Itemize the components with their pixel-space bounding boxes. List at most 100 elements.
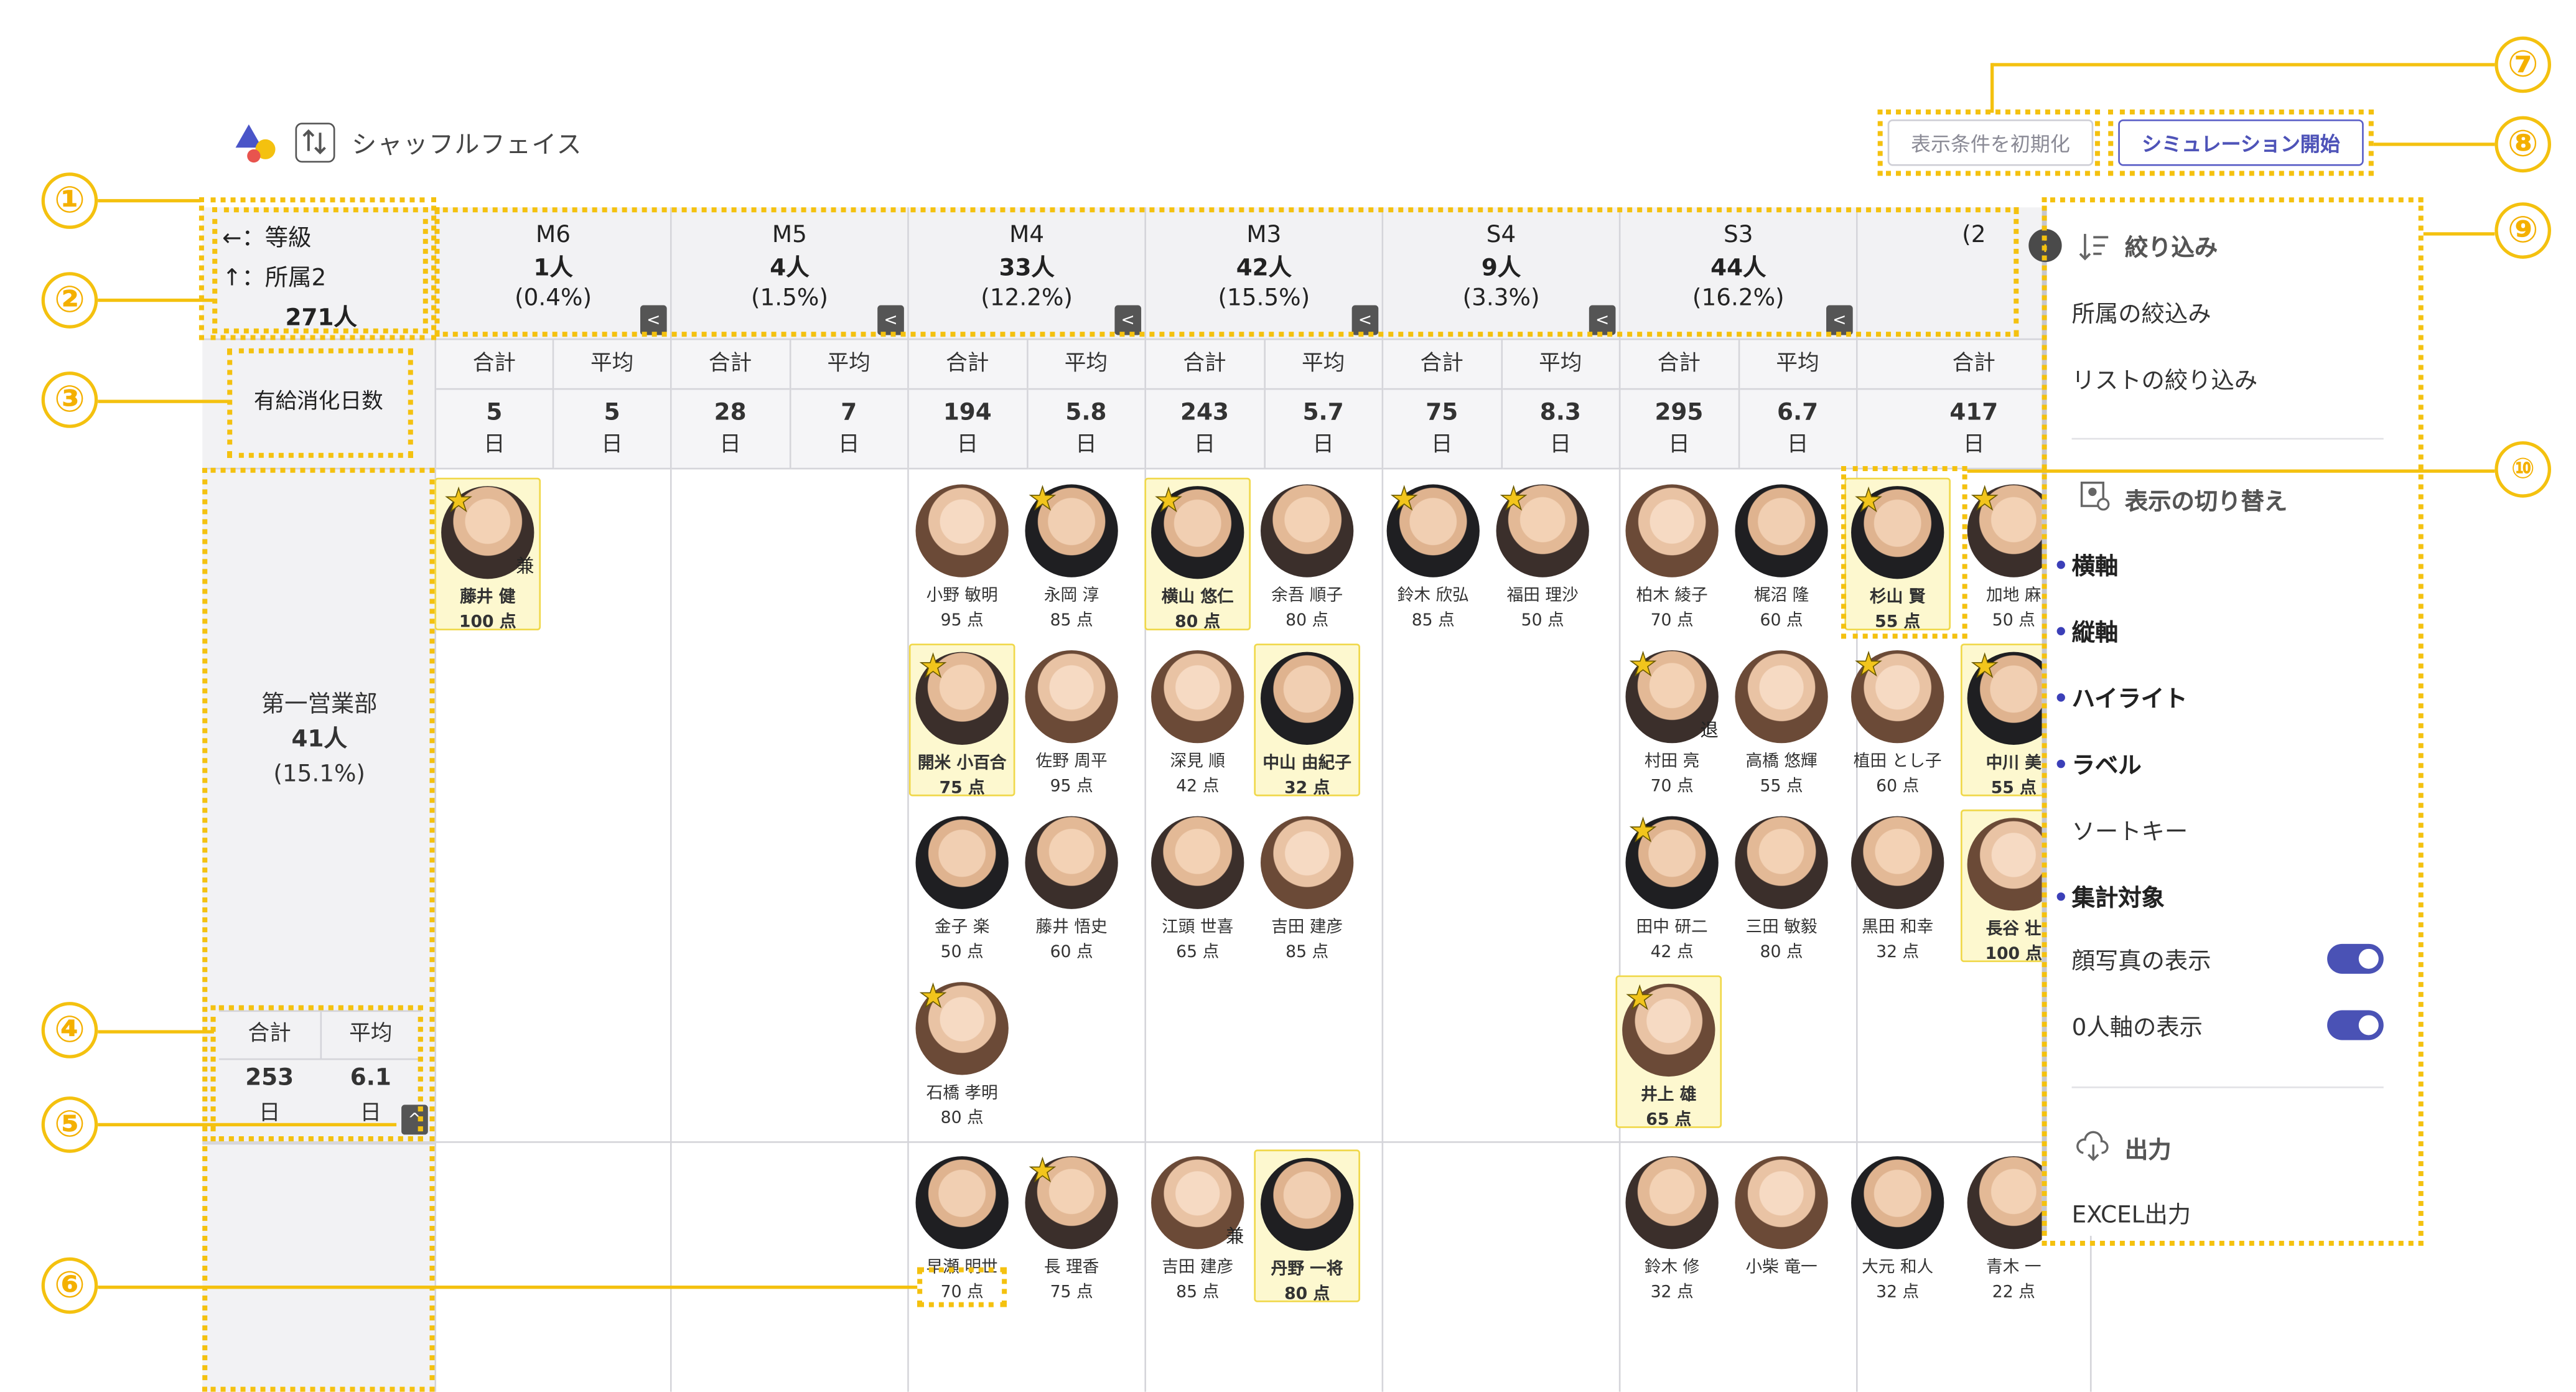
person-card[interactable]: ★ 福田 理沙 50 点: [1490, 478, 1596, 630]
person-card[interactable]: ★ 退 村田 亮 70 点: [1619, 643, 1725, 796]
person-score: 32 点: [1876, 1284, 1920, 1302]
face-photo: [1625, 484, 1719, 577]
face-photo: ★: [915, 648, 1009, 745]
person-name: 梶沼 隆: [1753, 587, 1809, 606]
star-icon: ★: [918, 648, 948, 685]
person-score: 32 点: [1650, 1284, 1694, 1302]
star-icon: ★: [1970, 648, 1999, 685]
face-photo: ★: [1025, 1155, 1118, 1250]
person-name: 加地 麻: [1986, 587, 2042, 606]
annotation-box: [227, 348, 413, 458]
annotation-box: [1841, 466, 1967, 639]
person-card[interactable]: 梶沼 隆 60 点: [1729, 478, 1835, 630]
person-card[interactable]: 藤井 悟史 60 点: [1019, 810, 1125, 962]
person-score: 80 点: [1286, 612, 1329, 631]
person-card[interactable]: ★ 永岡 淳 85 点: [1019, 478, 1125, 630]
face-photo: [915, 1156, 1009, 1250]
face-photo: ★: [1625, 813, 1719, 909]
person-card[interactable]: ★ 長 理香 75 点: [1019, 1149, 1125, 1302]
person-card[interactable]: 長谷 壮 100 点: [1960, 809, 2042, 964]
person-card[interactable]: 江頭 世喜 65 点: [1144, 810, 1251, 962]
face-photo: [1261, 1157, 1354, 1251]
person-score: 95 点: [940, 612, 984, 631]
person-score: 80 点: [1760, 943, 1803, 963]
person-card[interactable]: ★ 兼 藤井 健 100 点: [434, 477, 541, 632]
person-card[interactable]: ★ 開米 小百合 75 点: [908, 643, 1015, 798]
person-card[interactable]: 金子 楽 50 点: [909, 810, 1015, 962]
person-card[interactable]: 吉田 建彦 85 点: [1254, 810, 1360, 962]
person-card[interactable]: 柏木 綾子 70 点: [1619, 478, 1725, 630]
face-photo: [1025, 816, 1118, 909]
person-card[interactable]: ★ 加地 麻 50 点: [1961, 478, 2042, 630]
person-card[interactable]: 佐野 周平 95 点: [1019, 643, 1125, 796]
person-score: 70 点: [1650, 778, 1694, 796]
person-name: 藤井 健: [460, 589, 516, 607]
person-name: 吉田 建彦: [1271, 918, 1343, 938]
person-card[interactable]: 黒田 和幸 32 点: [1844, 810, 1951, 962]
face-photo: ★: [1851, 649, 1944, 744]
person-score: 80 点: [940, 1109, 984, 1128]
face-photo: ★ 退: [1625, 649, 1719, 744]
person-score: 55 点: [1990, 779, 2037, 798]
person-name: 金子 楽: [934, 918, 990, 938]
person-score: 100 点: [1985, 945, 2042, 964]
star-icon: ★: [1389, 481, 1419, 518]
person-card[interactable]: 三田 敏毅 80 点: [1729, 810, 1835, 962]
person-name: 井上 雄: [1641, 1086, 1697, 1105]
person-card[interactable]: 鈴木 修 32 点: [1619, 1149, 1725, 1302]
face-photo: ★: [1967, 483, 2042, 577]
person-card[interactable]: 大元 和人 32 点: [1844, 1149, 1951, 1302]
person-card[interactable]: ★ 石橋 孝明 80 点: [909, 975, 1015, 1128]
annotation-box: [2108, 109, 2374, 176]
person-name: 長谷 壮: [1986, 920, 2042, 939]
person-name: 藤井 悟史: [1035, 918, 1108, 938]
face-photo: [1025, 650, 1118, 744]
person-card[interactable]: ★ 植田 とし子 60 点: [1844, 643, 1951, 796]
person-score: 60 点: [1760, 612, 1803, 631]
person-name: 横山 悠仁: [1161, 589, 1234, 607]
star-icon: ★: [1028, 481, 1057, 518]
person-card[interactable]: 青木 一 22 点: [1961, 1149, 2042, 1302]
annotation-leader: [1967, 469, 2495, 473]
person-card[interactable]: ★ 中川 美 55 点: [1960, 643, 2042, 798]
annotation-box: [917, 1267, 1007, 1307]
person-card[interactable]: 高橋 悠輝 55 点: [1729, 643, 1835, 796]
person-name: 大元 和人: [1862, 1259, 1934, 1278]
person-name: 佐野 周平: [1035, 753, 1108, 772]
person-name: 丹野 一将: [1271, 1261, 1343, 1279]
person-name: 黒田 和幸: [1862, 918, 1934, 938]
annotation-leader: [98, 399, 231, 403]
person-card[interactable]: 兼 吉田 建彦 85 点: [1144, 1149, 1251, 1302]
face-photo: [915, 484, 1009, 577]
annotation-box: [1877, 109, 2100, 176]
person-card[interactable]: 丹野 一将 80 点: [1254, 1149, 1360, 1304]
person-score: 95 点: [1050, 778, 1093, 796]
annotation-marker: ⑤: [41, 1096, 98, 1153]
person-score: 70 点: [1650, 612, 1694, 631]
person-name: 鈴木 修: [1644, 1259, 1700, 1278]
person-card[interactable]: 深見 順 42 点: [1144, 643, 1251, 796]
person-score: 85 点: [1411, 612, 1455, 631]
person-card[interactable]: ★ 井上 雄 65 点: [1615, 975, 1722, 1129]
person-score: 32 点: [1284, 779, 1330, 798]
person-score: 100 点: [459, 614, 516, 632]
person-card[interactable]: 小野 敏明 95 点: [909, 478, 1015, 630]
person-card[interactable]: ★ 田中 研二 42 点: [1619, 810, 1725, 962]
person-card[interactable]: ★ 鈴木 欣弘 85 点: [1380, 478, 1486, 630]
person-score: 22 点: [1992, 1284, 2035, 1302]
person-score: 42 点: [1650, 943, 1694, 963]
person-name: 高橋 悠輝: [1745, 753, 1818, 772]
star-icon: ★: [918, 978, 948, 1016]
annotation-marker: ⑨: [2494, 202, 2552, 259]
person-score: 85 点: [1286, 943, 1329, 963]
person-card[interactable]: ★ 横山 悠仁 80 点: [1144, 477, 1251, 632]
person-name: 小柴 竜一: [1745, 1259, 1818, 1278]
annotation-leader: [1992, 63, 2495, 67]
person-score: 50 点: [1521, 612, 1564, 631]
person-card[interactable]: 小柴 竜一: [1729, 1149, 1835, 1302]
person-name: 深見 順: [1170, 753, 1225, 772]
person-card[interactable]: 余吾 順子 80 点: [1254, 478, 1360, 630]
person-name: 長 理香: [1043, 1259, 1099, 1278]
person-card[interactable]: 中山 由紀子 32 点: [1254, 643, 1360, 798]
star-icon: ★: [1628, 813, 1658, 849]
